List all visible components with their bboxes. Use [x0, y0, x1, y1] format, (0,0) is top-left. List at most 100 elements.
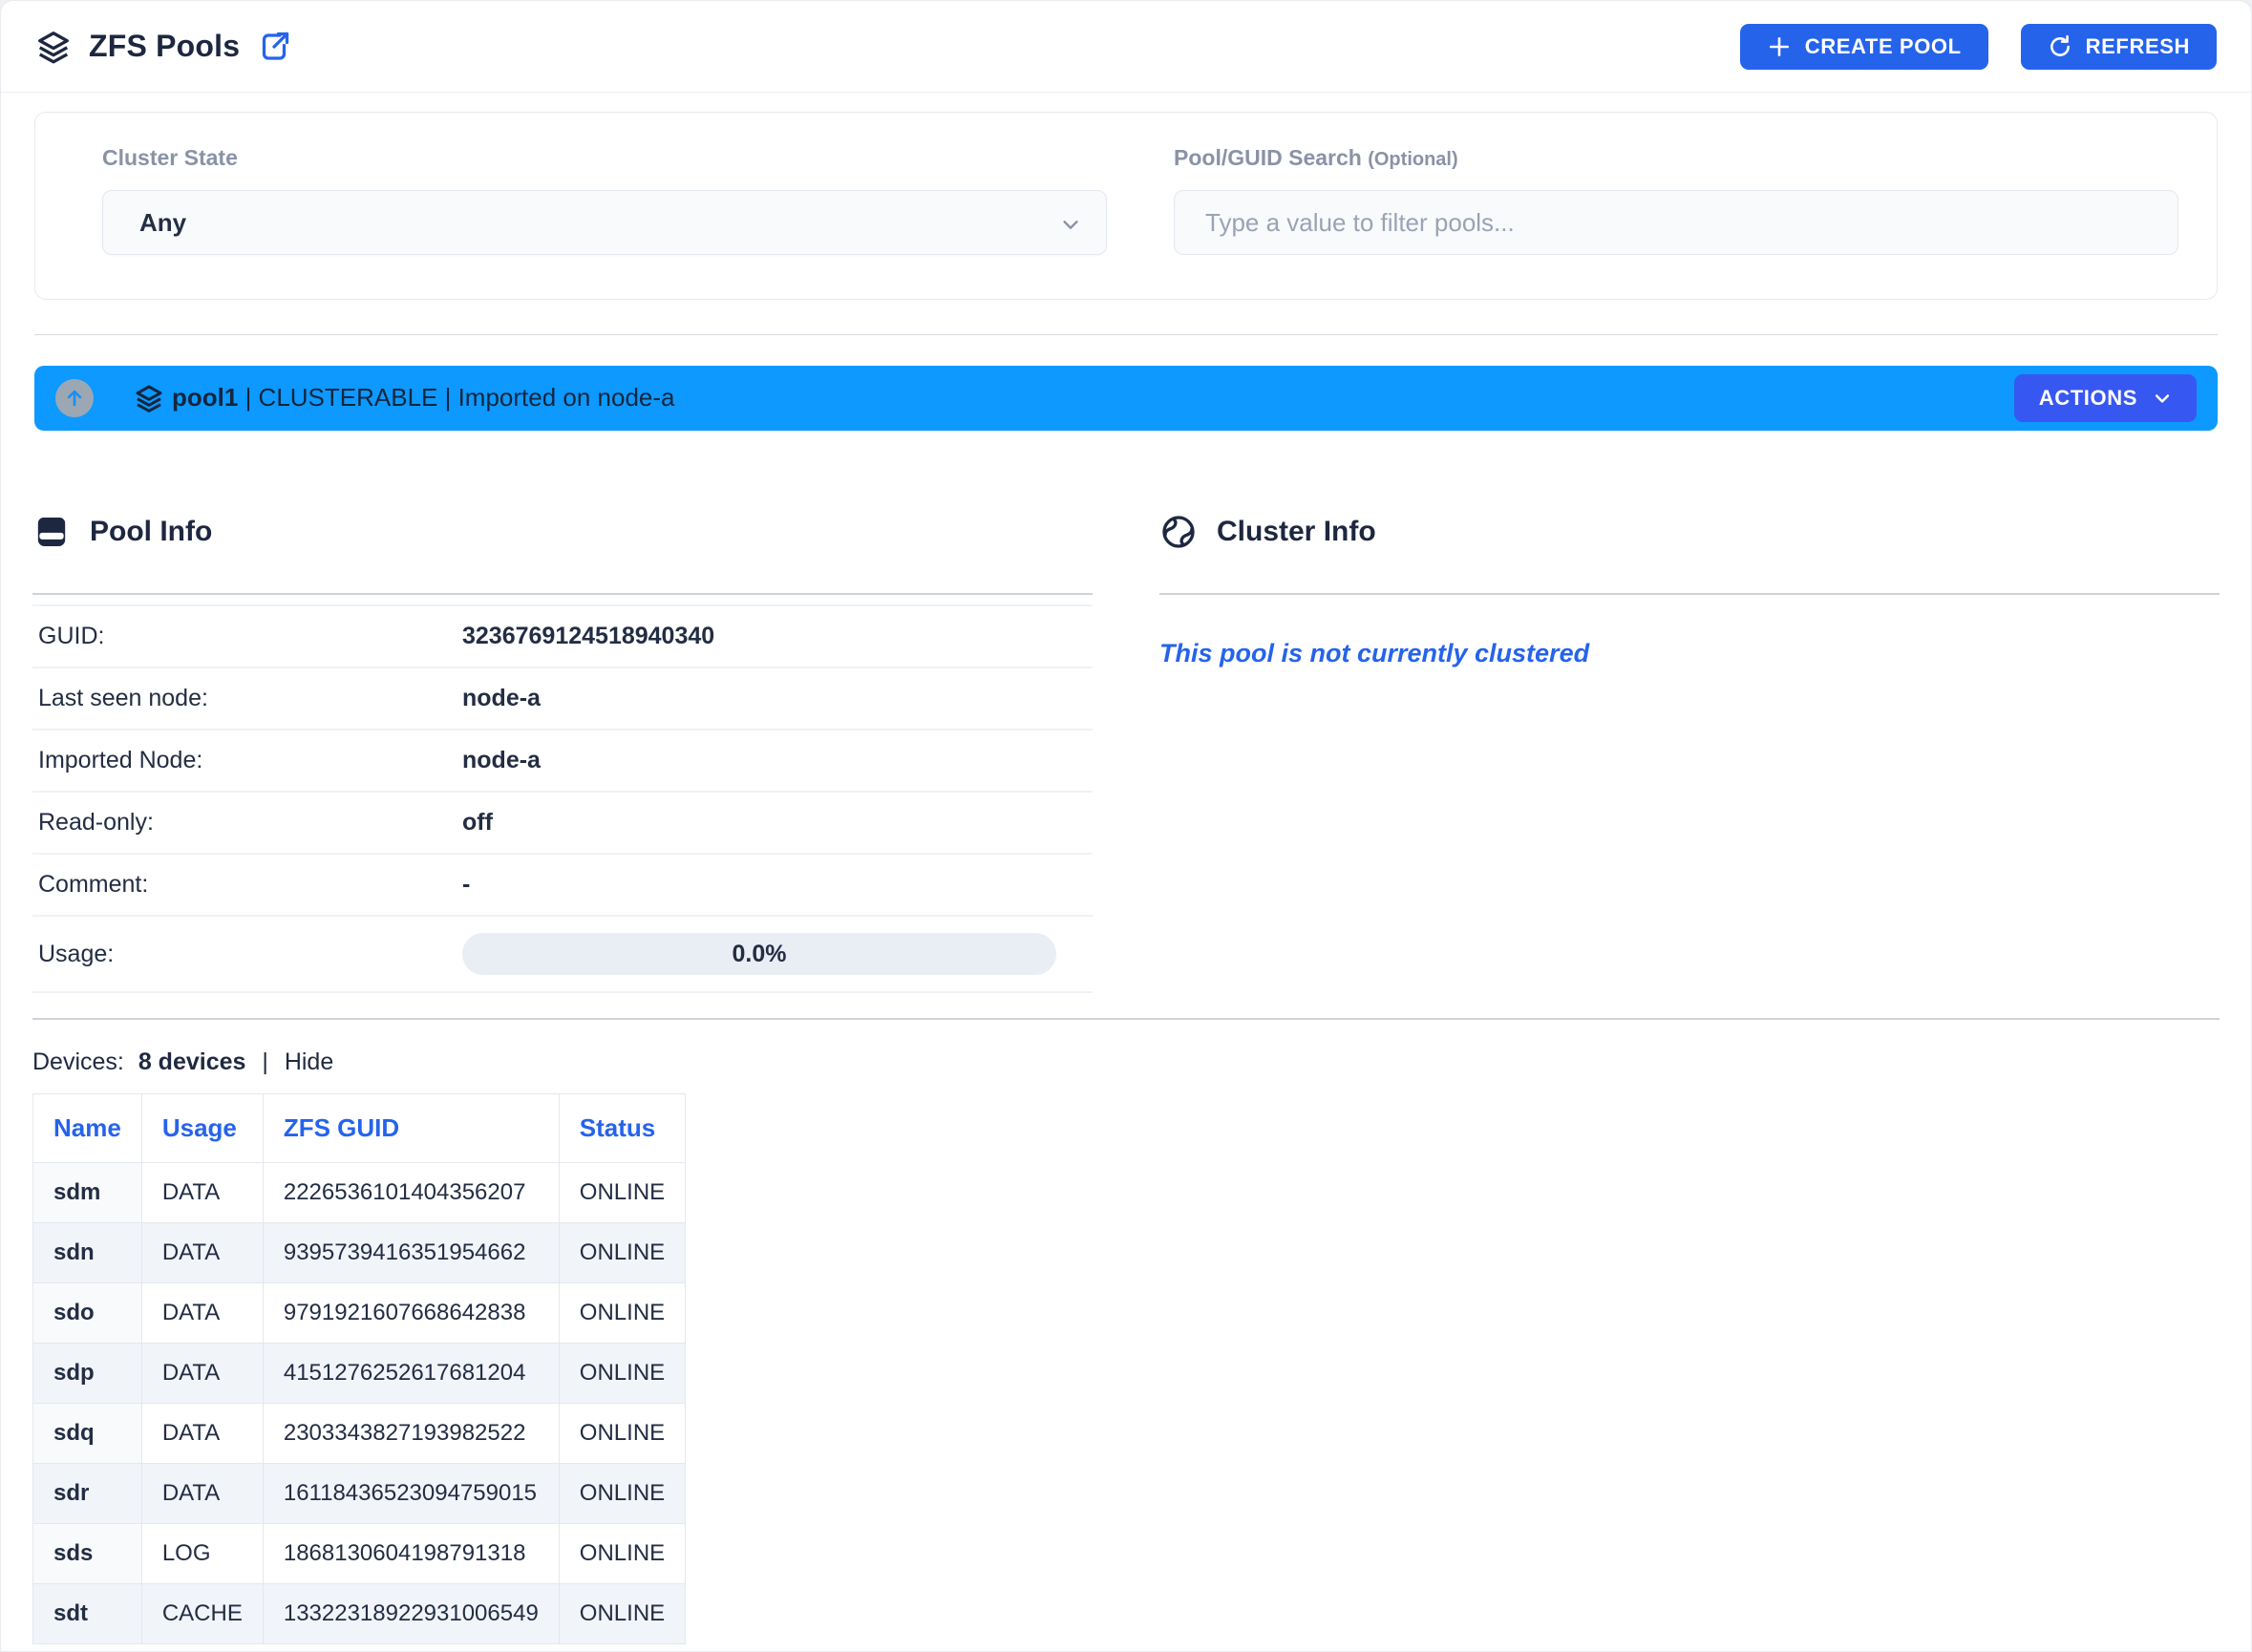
device-cell-status: ONLINE — [559, 1163, 685, 1223]
pool-info-row-label: Imported Node: — [38, 747, 462, 774]
device-cell-status: ONLINE — [559, 1464, 685, 1524]
device-cell-usage: DATA — [141, 1223, 263, 1283]
device-cell-usage: DATA — [141, 1404, 263, 1464]
devices-section: Devices: 8 devices | Hide NameUsageZFS G… — [1, 1048, 2251, 1644]
pool-info-row: Comment:- — [32, 855, 1093, 917]
cluster-state-value: Any — [139, 208, 186, 238]
pool-info-row-value: node-a — [462, 747, 541, 774]
device-cell-usage: DATA — [141, 1283, 263, 1344]
cluster-state-select[interactable]: Any — [102, 190, 1107, 255]
device-row: sdpDATA4151276252617681204ONLINE — [33, 1344, 686, 1404]
create-pool-label: CREATE POOL — [1805, 34, 1962, 59]
device-cell-name: sdn — [33, 1223, 142, 1283]
pool-banner-suffix: | CLUSTERABLE | Imported on node-a — [238, 383, 674, 413]
device-cell-name: sdo — [33, 1283, 142, 1344]
pool-name: pool1 — [172, 383, 238, 413]
cluster-info-divider — [1159, 593, 2220, 595]
filter-panel: Cluster State Any Pool/GUID Search (Opti… — [34, 112, 2218, 300]
pool-info-rows: GUID:3236769124518940340Last seen node:n… — [32, 604, 1093, 917]
device-cell-name: sdq — [33, 1404, 142, 1464]
pool-info-row-label: Read-only: — [38, 809, 462, 837]
device-cell-guid: 1868130604198791318 — [263, 1524, 559, 1584]
external-link-icon[interactable] — [257, 30, 291, 64]
devices-divider — [32, 1018, 2220, 1020]
device-row: sdrDATA16118436523094759015ONLINE — [33, 1464, 686, 1524]
pool-info-row-label: Last seen node: — [38, 685, 462, 712]
pool-banner[interactable]: pool1 | CLUSTERABLE | Imported on node-a… — [34, 366, 2218, 431]
device-cell-guid: 4151276252617681204 — [263, 1344, 559, 1404]
devices-header-row: NameUsageZFS GUIDStatus — [33, 1094, 686, 1163]
device-cell-guid: 2303343827193982522 — [263, 1404, 559, 1464]
pool-info-row-label: GUID: — [38, 623, 462, 650]
device-cell-guid: 9395739416351954662 — [263, 1223, 559, 1283]
device-cell-status: ONLINE — [559, 1283, 685, 1344]
create-pool-button[interactable]: CREATE POOL — [1740, 24, 1988, 70]
usage-progress-bar: 0.0% — [462, 933, 1056, 975]
device-cell-name: sdm — [33, 1163, 142, 1223]
device-cell-name: sdp — [33, 1344, 142, 1404]
page-title: ZFS Pools — [89, 29, 240, 64]
devices-table: NameUsageZFS GUIDStatus sdmDATA222653610… — [32, 1093, 686, 1644]
device-cell-status: ONLINE — [559, 1404, 685, 1464]
refresh-label: REFRESH — [2086, 34, 2190, 59]
usage-row: Usage: 0.0% — [32, 917, 1093, 993]
device-cell-name: sds — [33, 1524, 142, 1584]
device-cell-usage: DATA — [141, 1464, 263, 1524]
cluster-status-message: This pool is not currently clustered — [1159, 639, 2220, 668]
device-cell-guid: 9791921607668642838 — [263, 1283, 559, 1344]
plus-icon — [1767, 34, 1792, 59]
pool-info-row-value: node-a — [462, 685, 541, 712]
pool-info-row-label: Comment: — [38, 871, 462, 899]
pool-info-row-value: 3236769124518940340 — [462, 623, 714, 650]
arrow-up-icon — [63, 387, 86, 410]
layers-icon — [35, 29, 72, 65]
pool-info-card: Pool Info GUID:3236769124518940340Last s… — [32, 513, 1093, 993]
devices-column-header: Status — [559, 1094, 685, 1163]
collapse-pool-button[interactable] — [55, 379, 94, 417]
layers-icon — [134, 383, 164, 413]
actions-button[interactable]: ACTIONS — [2014, 374, 2197, 422]
usage-label: Usage: — [38, 941, 462, 968]
pool-info-row: Imported Node:node-a — [32, 731, 1093, 793]
device-row: sdtCACHE13322318922931006549ONLINE — [33, 1584, 686, 1644]
pool-info-row: Last seen node:node-a — [32, 668, 1093, 731]
device-cell-status: ONLINE — [559, 1524, 685, 1584]
cluster-state-label: Cluster State — [102, 145, 1107, 171]
cluster-info-title: Cluster Info — [1217, 516, 1376, 548]
hide-devices-link[interactable]: Hide — [285, 1048, 333, 1075]
zfs-pools-page: ZFS Pools CREATE POOL — [0, 0, 2252, 1652]
device-cell-guid: 13322318922931006549 — [263, 1584, 559, 1644]
devices-column-header: ZFS GUID — [263, 1094, 559, 1163]
pool-guid-search-optional: (Optional) — [1368, 149, 1457, 170]
refresh-icon — [2048, 34, 2072, 59]
devices-table-head: NameUsageZFS GUIDStatus — [33, 1094, 686, 1163]
cluster-info-card: Cluster Info This pool is not currently … — [1159, 513, 2220, 993]
pool-guid-search-label: Pool/GUID Search (Optional) — [1174, 145, 2178, 171]
chevron-down-icon — [1060, 214, 1081, 235]
devices-count: 8 devices — [138, 1048, 246, 1075]
device-row: sdoDATA9791921607668642838ONLINE — [33, 1283, 686, 1344]
device-cell-usage: CACHE — [141, 1584, 263, 1644]
pool-info-title: Pool Info — [90, 516, 212, 548]
device-cell-status: ONLINE — [559, 1223, 685, 1283]
device-cell-usage: DATA — [141, 1344, 263, 1404]
pool-info-row: GUID:3236769124518940340 — [32, 606, 1093, 668]
pool-banner-title: pool1 | CLUSTERABLE | Imported on node-a — [134, 383, 675, 413]
pool-info-row: Read-only:off — [32, 793, 1093, 855]
device-cell-guid: 16118436523094759015 — [263, 1464, 559, 1524]
device-row: sdnDATA9395739416351954662ONLINE — [33, 1223, 686, 1283]
usage-percent: 0.0% — [733, 941, 787, 968]
pool-info-divider — [32, 593, 1093, 595]
device-cell-name: sdr — [33, 1464, 142, 1524]
archive-icon — [32, 513, 71, 551]
devices-prefix: Devices: — [32, 1048, 124, 1075]
cluster-state-field: Cluster State Any — [102, 145, 1107, 255]
device-row: sdsLOG1868130604198791318ONLINE — [33, 1524, 686, 1584]
device-row: sdmDATA2226536101404356207ONLINE — [33, 1163, 686, 1223]
devices-table-body: sdmDATA2226536101404356207ONLINEsdnDATA9… — [33, 1163, 686, 1644]
pool-guid-search-input[interactable] — [1174, 190, 2178, 255]
devices-column-header: Name — [33, 1094, 142, 1163]
refresh-button[interactable]: REFRESH — [2021, 24, 2217, 70]
pool-info-row-value: - — [462, 871, 470, 899]
devices-header: Devices: 8 devices | Hide — [32, 1048, 2220, 1076]
